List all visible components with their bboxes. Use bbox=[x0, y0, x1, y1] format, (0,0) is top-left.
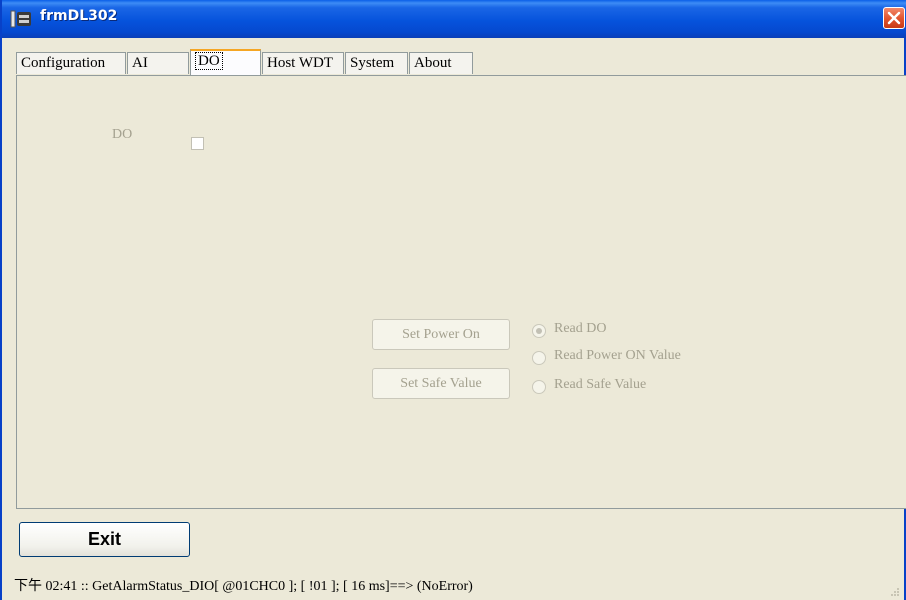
radio-read-do-label: Read DO bbox=[554, 321, 607, 336]
tab-configuration[interactable]: Configuration bbox=[16, 52, 126, 74]
radio-read-safe-label: Read Safe Value bbox=[554, 377, 647, 392]
tab-system[interactable]: System bbox=[345, 52, 408, 74]
resize-grip-icon[interactable] bbox=[890, 587, 900, 597]
radio-read-do[interactable] bbox=[532, 324, 546, 338]
radio-read-safe[interactable] bbox=[532, 380, 546, 394]
set-safe-value-button[interactable]: Set Safe Value bbox=[372, 368, 510, 399]
tab-ai[interactable]: AI bbox=[127, 52, 189, 74]
window-title: frmDL302 bbox=[40, 8, 118, 24]
do-label: DO bbox=[112, 127, 133, 142]
radio-read-power-on[interactable] bbox=[532, 351, 546, 365]
app-icon bbox=[10, 10, 31, 28]
tab-about[interactable]: About bbox=[409, 52, 473, 74]
do-checkbox[interactable] bbox=[191, 137, 204, 150]
radio-read-power-on-label: Read Power ON Value bbox=[554, 348, 681, 363]
tab-do[interactable]: DO bbox=[190, 49, 261, 75]
close-icon bbox=[887, 11, 901, 25]
status-bar-text: 下午 02:41 :: GetAlarmStatus_DIO[ @01CHC0 … bbox=[14, 579, 473, 594]
radio-selected-dot bbox=[536, 328, 542, 334]
set-power-on-button[interactable]: Set Power On bbox=[372, 319, 510, 350]
exit-button[interactable]: Exit bbox=[19, 522, 190, 557]
tab-host-wdt[interactable]: Host WDT bbox=[262, 52, 344, 74]
do-tab-panel bbox=[16, 75, 906, 509]
title-bar[interactable]: frmDL302 bbox=[2, 0, 906, 38]
main-window: frmDL302 Configuration AI DO Host WDT Sy… bbox=[0, 0, 906, 600]
close-button[interactable] bbox=[883, 7, 905, 29]
